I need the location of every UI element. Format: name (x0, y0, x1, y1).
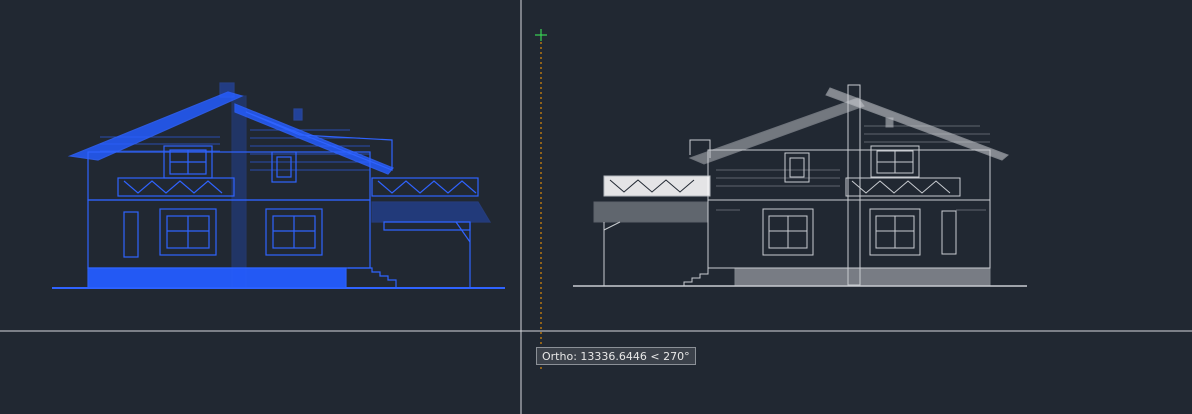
cursor-marker-icon (535, 29, 547, 41)
left-stone-base (87, 267, 347, 289)
left-house-elevation[interactable] (52, 82, 505, 289)
cad-viewport[interactable]: Ortho: 13336.6446 < 270° (0, 0, 1192, 414)
right-stone-base (734, 267, 991, 287)
ortho-tooltip: Ortho: 13336.6446 < 270° (536, 347, 696, 365)
right-house-elevation[interactable] (573, 84, 1027, 287)
